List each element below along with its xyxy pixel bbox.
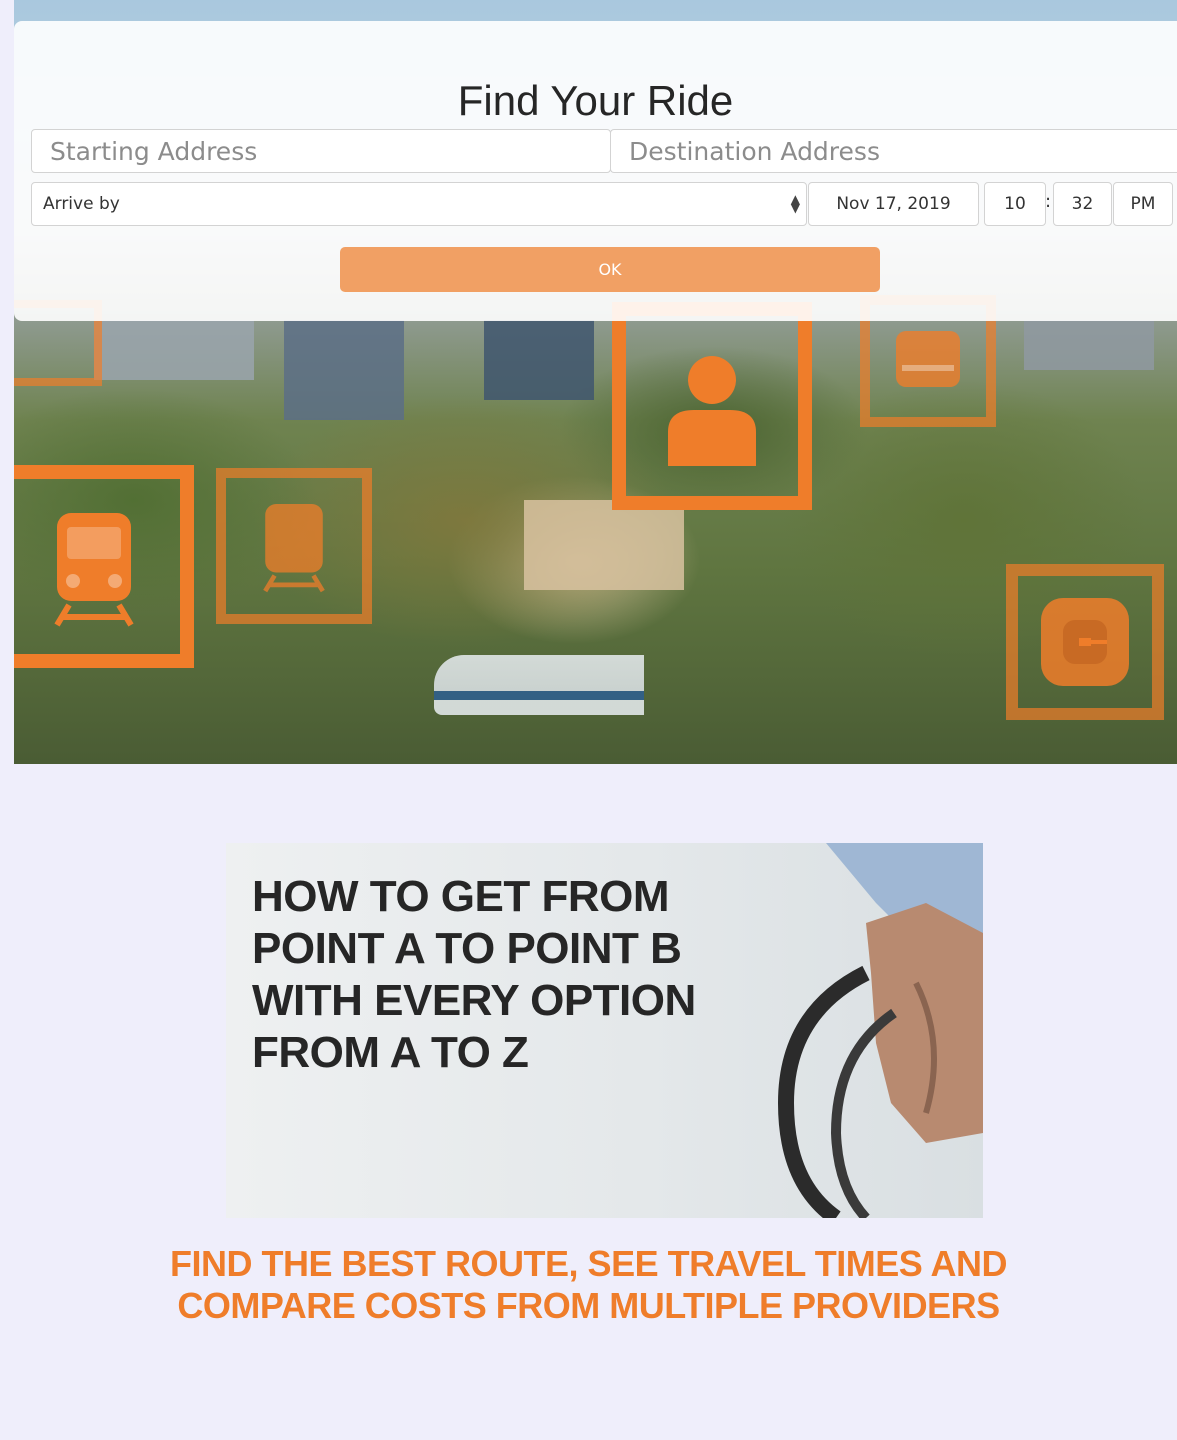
skyline-building	[484, 320, 594, 400]
tagline-line-1: FIND THE BEST ROUTE, SEE TRAVEL TIMES AN…	[170, 1243, 1007, 1284]
person-icon	[668, 356, 756, 466]
tagline-line-2: COMPARE COSTS FROM MULTIPLE PROVIDERS	[177, 1285, 1000, 1326]
tagline: FIND THE BEST ROUTE, SEE TRAVEL TIMES AN…	[0, 1243, 1177, 1327]
skyline-building	[1024, 320, 1154, 370]
hour-value: 10	[1004, 194, 1026, 214]
destination-address-input[interactable]	[627, 135, 1177, 167]
promo-banner: HOW TO GET FROM POINT A TO POINT B WITH …	[226, 843, 983, 1218]
rideshare-tile	[1006, 564, 1164, 720]
rideshare-icon	[1041, 598, 1129, 686]
bus-icon	[896, 331, 960, 387]
starting-address-input[interactable]	[48, 135, 610, 167]
skyline-building	[94, 320, 254, 380]
wheelchair-user-image	[777, 843, 983, 1218]
date-field[interactable]: Nov 17, 2019	[808, 182, 979, 226]
arrive-by-select[interactable]: Arrive by ▲ ▼	[31, 182, 807, 226]
person-tile	[612, 302, 812, 510]
train-icon	[263, 504, 325, 593]
hour-field[interactable]: 10	[984, 182, 1046, 226]
time-separator: :	[1045, 191, 1052, 212]
form-title: Find Your Ride	[457, 77, 734, 124]
arrive-by-selected-value: Arrive by	[43, 194, 120, 214]
starting-address-field[interactable]	[31, 129, 611, 173]
train-photo	[434, 655, 644, 715]
skyline-building	[524, 500, 684, 590]
train-tile	[216, 468, 372, 624]
date-value: Nov 17, 2019	[836, 194, 951, 214]
find-ride-form: Find Your Ride Arrive by ▲▼ Nov 17, 2019…	[14, 21, 1177, 321]
minute-field[interactable]: 32	[1053, 182, 1112, 226]
ampm-value: PM	[1130, 194, 1156, 214]
train-icon	[54, 512, 134, 627]
destination-address-field[interactable]	[610, 129, 1177, 173]
ampm-field[interactable]: PM	[1113, 182, 1173, 226]
skyline-building	[284, 320, 404, 420]
select-arrows-icon: ▲ ▼	[790, 192, 800, 215]
ok-button[interactable]: OK	[340, 247, 880, 292]
train-tile	[14, 465, 194, 668]
minute-value: 32	[1071, 194, 1094, 214]
